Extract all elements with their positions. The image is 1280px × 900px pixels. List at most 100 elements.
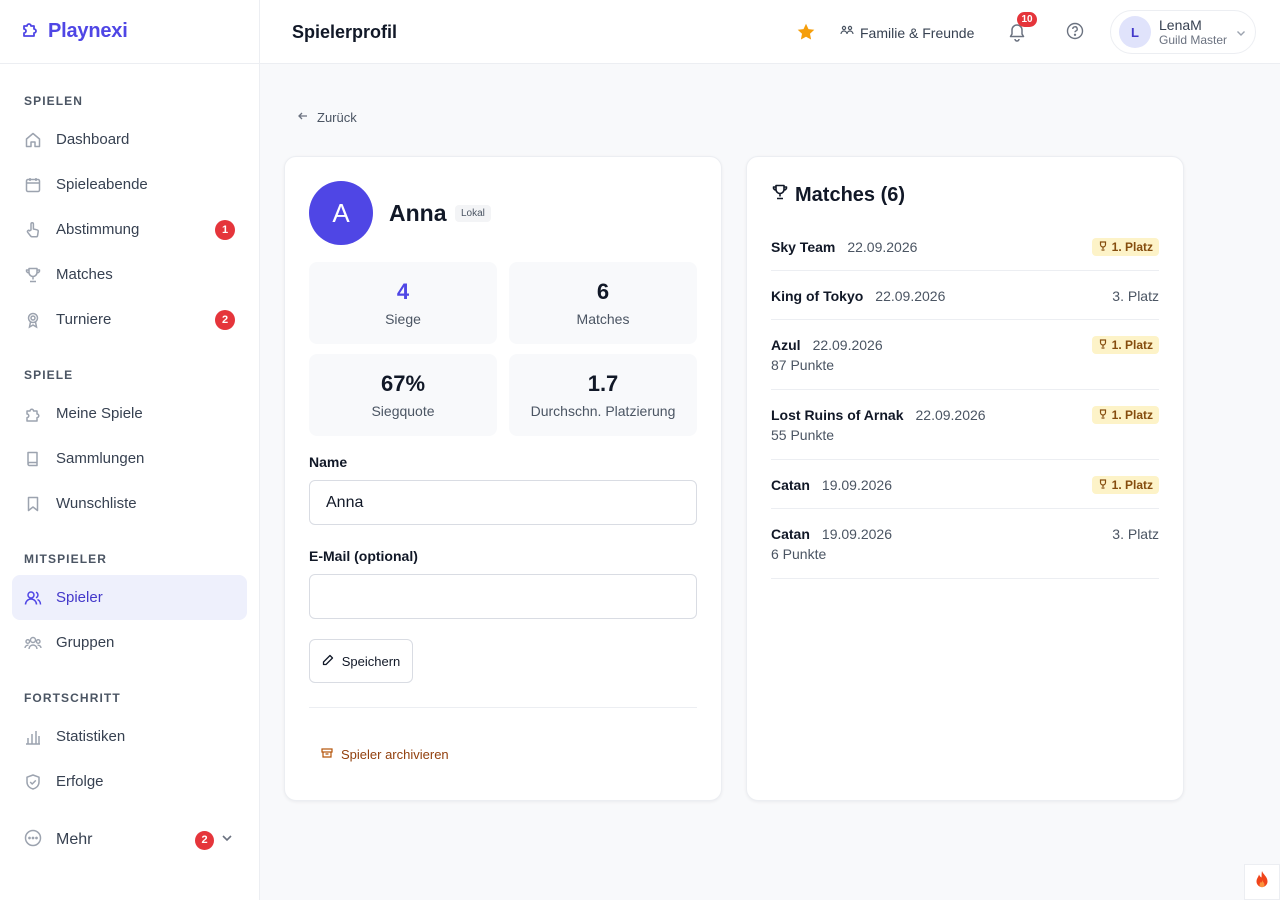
- sidebar-item-label: Gruppen: [56, 634, 115, 651]
- sidebar-item-label: Sammlungen: [56, 450, 145, 467]
- users-icon: [24, 589, 42, 607]
- match-row[interactable]: Sky Team 22.09.2026 1. Platz: [771, 237, 1159, 271]
- nav-section-spiele: SPIELE Meine Spiele Sammlungen Wunschlis…: [0, 352, 259, 526]
- sidebar-item-label: Turniere: [56, 311, 112, 328]
- match-points: 6 Punkte: [771, 546, 827, 562]
- sidebar-item-dashboard[interactable]: Dashboard: [12, 117, 247, 162]
- winner-badge: 1. Platz: [1091, 476, 1159, 494]
- user-role: Guild Master: [1159, 32, 1228, 47]
- player-name: Anna: [389, 200, 447, 226]
- stat-matches: 6 Matches: [509, 262, 697, 344]
- bookmark-icon: [24, 495, 42, 513]
- group-icon: [24, 634, 42, 652]
- chevron-down-icon: [220, 831, 234, 850]
- match-row[interactable]: King of Tokyo 22.09.2026 3. Platz: [771, 286, 1159, 320]
- sidebar: Playnexi SPIELEN Dashboard Spieleabende …: [0, 0, 260, 900]
- section-title: SPIELE: [24, 368, 74, 382]
- brand[interactable]: Playnexi: [0, 0, 259, 64]
- sidebar-item-label: Meine Spiele: [56, 405, 143, 422]
- sidebar-more[interactable]: Mehr 2: [12, 818, 248, 862]
- chevron-down-icon: [1235, 26, 1247, 44]
- local-badge: Lokal: [455, 205, 491, 222]
- brand-name: Playnexi: [48, 20, 128, 42]
- count-badge: 2: [215, 309, 235, 330]
- back-link[interactable]: Zurück: [297, 110, 357, 125]
- stat-label: Siege: [385, 311, 421, 327]
- winner-badge: 1. Platz: [1091, 336, 1159, 354]
- bar-chart-icon: [24, 728, 42, 746]
- nav-section-spielen: SPIELEN Dashboard Spieleabende Abstimmun…: [0, 78, 259, 342]
- place-label: 1. Platz: [1111, 240, 1153, 254]
- sidebar-item-matches[interactable]: Matches: [12, 252, 247, 297]
- match-date: 19.09.2026: [821, 526, 892, 542]
- help-icon[interactable]: [1066, 22, 1084, 45]
- sidebar-item-label: Abstimmung: [56, 221, 140, 238]
- place-label: 1. Platz: [1111, 338, 1153, 352]
- sidebar-item-meine-spiele[interactable]: Meine Spiele: [12, 391, 247, 436]
- match-date: 22.09.2026: [847, 239, 918, 255]
- sidebar-item-sammlungen[interactable]: Sammlungen: [12, 436, 247, 481]
- trophy-icon: [1098, 408, 1108, 422]
- user-menu[interactable]: L LenaM Guild Master: [1110, 10, 1256, 54]
- more-label: Mehr: [56, 831, 93, 848]
- sidebar-item-spieler[interactable]: Spieler: [12, 575, 247, 620]
- star-icon[interactable]: [796, 22, 816, 47]
- winner-badge: 1. Platz: [1091, 238, 1159, 256]
- sidebar-item-turniere[interactable]: Turniere 2: [12, 297, 247, 342]
- match-points: 55 Punkte: [771, 427, 835, 443]
- sidebar-item-label: Erfolge: [56, 773, 104, 790]
- calendar-icon: [24, 176, 42, 194]
- trophy-icon: [1098, 338, 1108, 352]
- match-game: Catan: [771, 526, 810, 542]
- email-label: E-Mail (optional): [309, 548, 418, 564]
- stat-wins: 4 Siege: [309, 262, 497, 344]
- stat-value: 1.7: [587, 371, 619, 396]
- player-avatar: A: [309, 181, 373, 245]
- sidebar-item-wunschliste[interactable]: Wunschliste: [12, 481, 247, 526]
- puzzle-icon: [24, 405, 42, 423]
- user-info: LenaM Guild Master: [1159, 17, 1228, 47]
- sidebar-item-gruppen[interactable]: Gruppen: [12, 620, 247, 665]
- sidebar-item-label: Spieleabende: [56, 176, 148, 193]
- place-label: 3. Platz: [1112, 526, 1159, 542]
- book-icon: [24, 450, 42, 468]
- stat-value: 67%: [380, 371, 426, 396]
- nav-section-fortschritt: FORTSCHRITT Statistiken Erfolge: [0, 675, 259, 804]
- match-row[interactable]: Azul 22.09.2026 1. Platz 87 Punkte: [771, 335, 1159, 390]
- email-field[interactable]: [309, 574, 697, 619]
- name-field[interactable]: [309, 480, 697, 525]
- stat-value: 4: [396, 279, 410, 304]
- archive-player-button[interactable]: Spieler archivieren: [321, 747, 449, 762]
- trophy-icon: [24, 266, 42, 284]
- match-row[interactable]: Catan 19.09.2026 3. Platz 6 Punkte: [771, 524, 1159, 579]
- award-icon: [24, 311, 42, 329]
- devtools-flame-button[interactable]: [1244, 864, 1280, 900]
- stat-value: 6: [596, 279, 610, 304]
- match-row[interactable]: Catan 19.09.2026 1. Platz: [771, 475, 1159, 509]
- match-game: Lost Ruins of Arnak: [771, 407, 904, 423]
- family-friends-button[interactable]: Familie & Freunde: [840, 24, 974, 41]
- match-row[interactable]: Lost Ruins of Arnak 22.09.2026 1. Platz …: [771, 405, 1159, 460]
- save-button[interactable]: Speichern: [309, 639, 413, 683]
- pencil-icon: [322, 654, 334, 669]
- section-title: MITSPIELER: [24, 552, 108, 566]
- stat-win-rate: 67% Siegquote: [309, 354, 497, 436]
- home-icon: [24, 131, 42, 149]
- section-title: SPIELEN: [24, 94, 84, 108]
- match-date: 22.09.2026: [875, 288, 946, 304]
- sidebar-item-abstimmung[interactable]: Abstimmung 1: [12, 207, 247, 252]
- nav-section-mitspieler: MITSPIELER Spieler Gruppen: [0, 536, 259, 665]
- puzzle-logo-icon: [20, 19, 40, 44]
- count-badge: 1: [215, 219, 235, 240]
- shield-check-icon: [24, 773, 42, 791]
- more-dots-icon: [24, 829, 42, 852]
- hand-pointer-icon: [24, 221, 42, 239]
- sidebar-item-statistiken[interactable]: Statistiken: [12, 714, 247, 759]
- sidebar-item-label: Statistiken: [56, 728, 126, 745]
- section-title: FORTSCHRITT: [24, 691, 121, 705]
- sidebar-item-erfolge[interactable]: Erfolge: [12, 759, 247, 804]
- flame-icon: [1254, 870, 1270, 895]
- place-label: 3. Platz: [1112, 288, 1159, 304]
- sidebar-item-spieleabende[interactable]: Spieleabende: [12, 162, 247, 207]
- winner-badge: 1. Platz: [1091, 406, 1159, 424]
